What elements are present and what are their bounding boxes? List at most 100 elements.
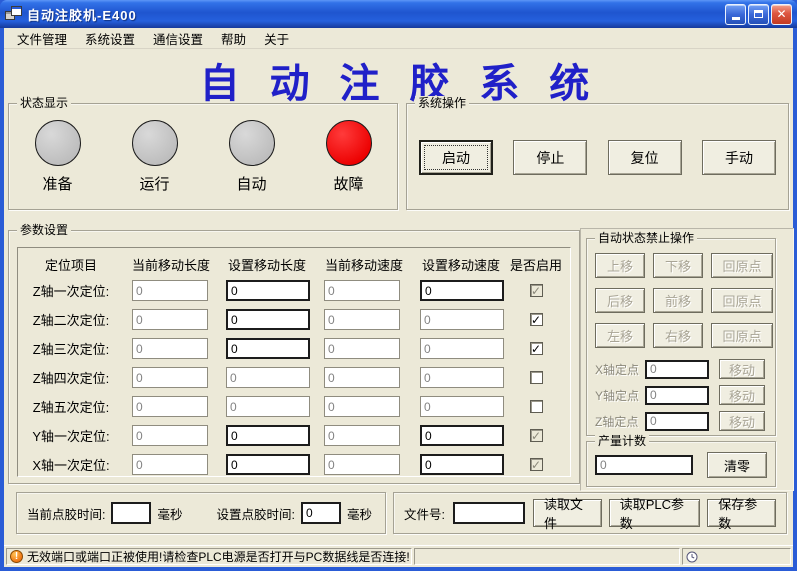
set-glue-time-field[interactable] bbox=[301, 502, 341, 524]
param-field-5-1[interactable] bbox=[226, 425, 310, 446]
param-field-5-0[interactable] bbox=[132, 425, 208, 446]
x-axis-target-row: X轴定点 移动 bbox=[595, 359, 765, 379]
read-plc-params-button[interactable]: 读取PLC参数 bbox=[609, 499, 700, 527]
minimize-icon bbox=[732, 17, 740, 20]
group-caption-production: 产量计数 bbox=[595, 434, 649, 448]
group-caption-sysops: 系统操作 bbox=[415, 96, 469, 110]
move-down-button[interactable]: 下移 bbox=[653, 253, 703, 278]
param-field-6-0[interactable] bbox=[132, 454, 208, 475]
x-axis-target-field[interactable] bbox=[645, 360, 709, 379]
param-field-4-1[interactable] bbox=[226, 396, 310, 417]
production-count-field[interactable] bbox=[595, 455, 693, 475]
menu-about[interactable]: 关于 bbox=[255, 27, 298, 50]
param-field-1-0[interactable] bbox=[132, 309, 208, 330]
column-header-0: 定位项目 bbox=[18, 255, 124, 274]
z-axis-target-field[interactable] bbox=[645, 412, 709, 431]
param-field-3-0[interactable] bbox=[132, 367, 208, 388]
clear-count-button[interactable]: 清零 bbox=[707, 452, 767, 478]
return-origin-y-button[interactable]: 回原点 bbox=[711, 288, 773, 313]
enable-checkbox-1[interactable]: ✓ bbox=[530, 313, 543, 326]
statusbar-clock-panel bbox=[682, 548, 791, 565]
group-caption-manual: 自动状态禁止操作 bbox=[595, 231, 697, 245]
close-button[interactable]: ✕ bbox=[771, 4, 792, 25]
minimize-button[interactable] bbox=[725, 4, 746, 25]
param-field-0-1[interactable] bbox=[226, 280, 310, 301]
param-field-6-3[interactable] bbox=[420, 454, 504, 475]
enable-checkbox-4[interactable] bbox=[530, 400, 543, 413]
enable-checkbox-2[interactable]: ✓ bbox=[530, 342, 543, 355]
param-field-2-3[interactable] bbox=[420, 338, 504, 359]
param-field-1-1[interactable] bbox=[226, 309, 310, 330]
enable-checkbox-wrap: ✓ bbox=[510, 429, 562, 442]
return-origin-x-button[interactable]: 回原点 bbox=[711, 323, 773, 348]
param-row-label: Z轴三次定位: bbox=[18, 339, 124, 358]
param-field-1-2[interactable] bbox=[324, 309, 400, 330]
status-lamp-fault: 故障 bbox=[309, 120, 389, 194]
move-back-button[interactable]: 后移 bbox=[595, 288, 645, 313]
file-frame: 文件号: 读取文件读取PLC参数保存参数 bbox=[393, 492, 787, 534]
param-field-4-3[interactable] bbox=[420, 396, 504, 417]
param-field-0-2[interactable] bbox=[324, 280, 400, 301]
stop-button[interactable]: 停止 bbox=[513, 140, 587, 175]
param-field-2-1[interactable] bbox=[226, 338, 310, 359]
start-button[interactable]: 启动 bbox=[419, 140, 493, 175]
status-lamp-running-circle bbox=[132, 120, 178, 166]
param-field-2-2[interactable] bbox=[324, 338, 400, 359]
enable-checkbox-0[interactable]: ✓ bbox=[530, 284, 543, 297]
menu-help[interactable]: 帮助 bbox=[212, 27, 255, 50]
current-glue-time-field[interactable] bbox=[111, 502, 151, 524]
param-field-6-2[interactable] bbox=[324, 454, 400, 475]
column-header-4: 设置移动速度 bbox=[412, 255, 510, 274]
param-field-1-3[interactable] bbox=[420, 309, 504, 330]
z-axis-target-move-button[interactable]: 移动 bbox=[719, 411, 765, 431]
x-axis-target-label: X轴定点 bbox=[595, 361, 645, 378]
enable-checkbox-3[interactable] bbox=[530, 371, 543, 384]
return-origin-z-button[interactable]: 回原点 bbox=[711, 253, 773, 278]
reset-button[interactable]: 复位 bbox=[608, 140, 682, 175]
param-field-0-0[interactable] bbox=[132, 280, 208, 301]
param-field-6-1[interactable] bbox=[226, 454, 310, 475]
app-banner-title: 自 动 注 胶 系 统 bbox=[4, 51, 793, 109]
y-axis-target-move-button[interactable]: 移动 bbox=[719, 385, 765, 405]
menu-system-settings[interactable]: 系统设置 bbox=[76, 27, 144, 50]
maximize-button[interactable] bbox=[748, 4, 769, 25]
file-button-row: 读取文件读取PLC参数保存参数 bbox=[533, 499, 776, 527]
param-field-3-1[interactable] bbox=[226, 367, 310, 388]
param-row-label: Z轴四次定位: bbox=[18, 368, 124, 387]
manual-button[interactable]: 手动 bbox=[702, 140, 776, 175]
lamp-row: 准备运行自动故障 bbox=[9, 120, 397, 194]
read-file-button[interactable]: 读取文件 bbox=[533, 499, 602, 527]
param-row-6: X轴一次定位:✓ bbox=[18, 450, 570, 479]
menu-comm-settings[interactable]: 通信设置 bbox=[144, 27, 212, 50]
x-axis-target-move-button[interactable]: 移动 bbox=[719, 359, 765, 379]
group-caption-status: 状态显示 bbox=[17, 96, 71, 110]
param-row-label: Z轴一次定位: bbox=[18, 281, 124, 300]
app-icon bbox=[5, 6, 23, 22]
enable-checkbox-5[interactable]: ✓ bbox=[530, 429, 543, 442]
save-params-button[interactable]: 保存参数 bbox=[707, 499, 776, 527]
move-left-button[interactable]: 左移 bbox=[595, 323, 645, 348]
param-row-label: Y轴一次定位: bbox=[18, 426, 124, 445]
param-field-2-0[interactable] bbox=[132, 338, 208, 359]
status-lamp-running: 运行 bbox=[115, 120, 195, 194]
y-axis-target-field[interactable] bbox=[645, 386, 709, 405]
param-field-3-3[interactable] bbox=[420, 367, 504, 388]
statusbar-message-panel: ! 无效端口或端口正被使用!请检查PLC电源是否打开与PC数据线是否连接! bbox=[6, 548, 412, 565]
param-field-5-2[interactable] bbox=[324, 425, 400, 446]
enable-checkbox-wrap: ✓ bbox=[510, 284, 562, 297]
statusbar: ! 无效端口或端口正被使用!请检查PLC电源是否打开与PC数据线是否连接! bbox=[4, 545, 793, 567]
param-field-3-2[interactable] bbox=[324, 367, 400, 388]
enable-checkbox-6[interactable]: ✓ bbox=[530, 458, 543, 471]
enable-checkbox-wrap: ✓ bbox=[510, 342, 562, 355]
param-field-4-2[interactable] bbox=[324, 396, 400, 417]
clock-icon bbox=[686, 551, 698, 563]
move-right-button[interactable]: 右移 bbox=[653, 323, 703, 348]
file-number-field[interactable] bbox=[453, 502, 525, 524]
move-forward-button[interactable]: 前移 bbox=[653, 288, 703, 313]
param-field-0-3[interactable] bbox=[420, 280, 504, 301]
menu-file-management[interactable]: 文件管理 bbox=[8, 27, 76, 50]
move-up-button[interactable]: 上移 bbox=[595, 253, 645, 278]
param-field-4-0[interactable] bbox=[132, 396, 208, 417]
params-table: Z轴一次定位:✓Z轴二次定位:✓Z轴三次定位:✓Z轴四次定位:Z轴五次定位:Y轴… bbox=[18, 276, 570, 479]
param-field-5-3[interactable] bbox=[420, 425, 504, 446]
